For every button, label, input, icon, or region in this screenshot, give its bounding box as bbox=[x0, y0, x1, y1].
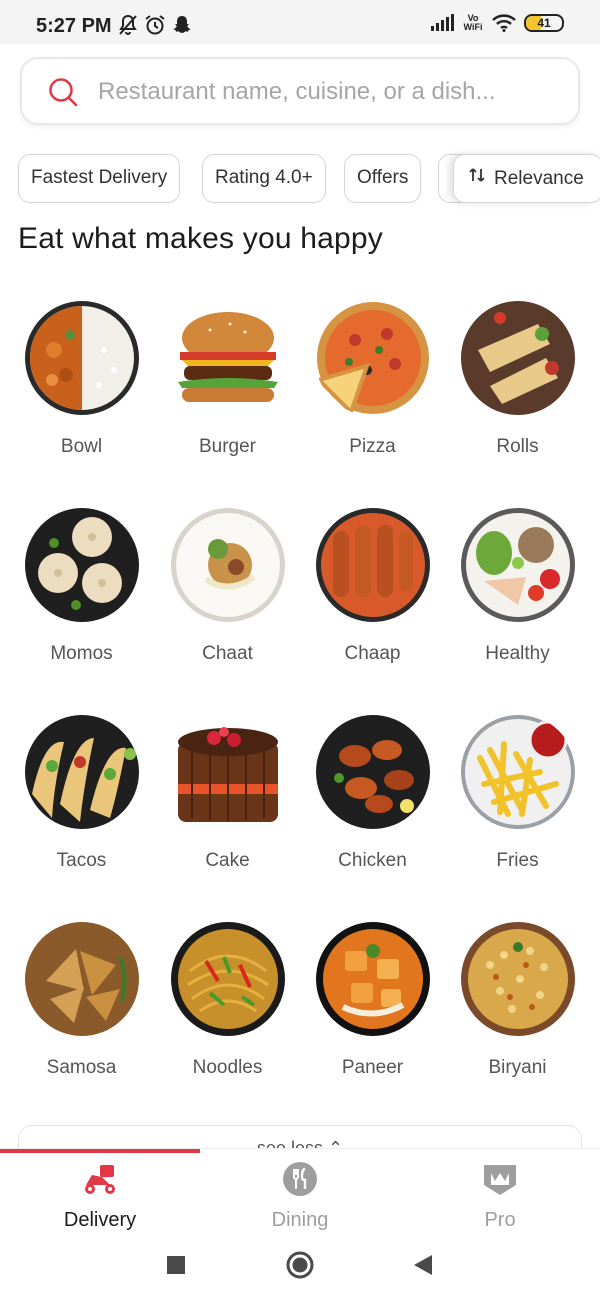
nav-active-indicator bbox=[0, 1149, 200, 1153]
category-bowl[interactable]: Bowl bbox=[9, 292, 154, 472]
signal-icon bbox=[430, 14, 454, 32]
burger-image bbox=[170, 300, 286, 416]
alarm-icon bbox=[144, 14, 166, 36]
chaat-image bbox=[170, 507, 286, 623]
category-paneer[interactable]: Paneer bbox=[300, 913, 445, 1093]
fries-image bbox=[460, 714, 576, 830]
category-chaap[interactable]: Chaap bbox=[300, 499, 445, 679]
category-burger[interactable]: Burger bbox=[155, 292, 300, 472]
vowifi-icon: Vo WiFi bbox=[463, 13, 483, 32]
wifi-icon bbox=[492, 14, 516, 32]
category-rolls[interactable]: Rolls bbox=[445, 292, 590, 472]
category-label: Samosa bbox=[46, 1057, 117, 1078]
samosa-image bbox=[24, 921, 140, 1037]
category-label: Noodles bbox=[192, 1057, 263, 1078]
category-momos[interactable]: Momos bbox=[9, 499, 154, 679]
nav-dining[interactable]: Dining bbox=[200, 1159, 400, 1235]
rolls-image bbox=[460, 300, 576, 416]
snapchat-icon bbox=[172, 14, 192, 36]
category-biryani[interactable]: Biryani bbox=[445, 913, 590, 1093]
status-icons-left bbox=[118, 14, 192, 36]
home-icon[interactable] bbox=[285, 1250, 315, 1285]
category-chicken[interactable]: Chicken bbox=[300, 706, 445, 886]
category-label: Chaap bbox=[344, 643, 401, 664]
chip-fastest-delivery[interactable]: Fastest Delivery bbox=[18, 154, 181, 203]
battery-icon: 41 bbox=[524, 14, 564, 32]
category-label: Paneer bbox=[341, 1057, 404, 1078]
mute-icon bbox=[118, 14, 138, 36]
bottom-nav: Delivery Dining Pro bbox=[0, 1148, 600, 1234]
category-healthy[interactable]: Healthy bbox=[445, 499, 590, 679]
status-bar: 5:27 PM Vo WiFi 41 bbox=[0, 0, 600, 44]
chip-rating[interactable]: Rating 4.0+ bbox=[202, 154, 326, 203]
category-pizza[interactable]: Pizza bbox=[300, 292, 445, 472]
search-icon bbox=[48, 77, 78, 112]
system-nav-bar bbox=[0, 1234, 600, 1300]
search-bar[interactable] bbox=[20, 57, 580, 125]
category-cake[interactable]: Cake bbox=[155, 706, 300, 886]
cutlery-icon bbox=[282, 1161, 318, 1197]
category-tacos[interactable]: Tacos bbox=[9, 706, 154, 886]
back-icon[interactable] bbox=[412, 1253, 434, 1282]
search-input[interactable] bbox=[98, 73, 558, 111]
sort-label: Relevance bbox=[494, 167, 584, 189]
paneer-image bbox=[315, 921, 431, 1037]
nav-pro-label: Pro bbox=[484, 1209, 516, 1231]
scooter-icon bbox=[82, 1161, 118, 1197]
category-label: Healthy bbox=[485, 643, 550, 664]
category-chaat[interactable]: Chaat bbox=[155, 499, 300, 679]
cake-image bbox=[170, 714, 286, 830]
chaap-image bbox=[315, 507, 431, 623]
chicken-image bbox=[315, 714, 431, 830]
category-label: Fries bbox=[496, 850, 539, 871]
category-label: Cake bbox=[205, 850, 250, 871]
category-label: Bowl bbox=[60, 436, 103, 457]
sort-button[interactable]: Relevance bbox=[453, 154, 600, 203]
noodles-image bbox=[170, 921, 286, 1037]
tacos-image bbox=[24, 714, 140, 830]
category-label: Momos bbox=[50, 643, 113, 664]
chip-offers[interactable]: Offers bbox=[344, 154, 422, 203]
category-label: Pizza bbox=[349, 436, 396, 457]
nav-delivery[interactable]: Delivery bbox=[0, 1159, 200, 1235]
crown-icon bbox=[482, 1161, 518, 1197]
filter-chips: Fastest Delivery Rating 4.0+ Offers Rele… bbox=[18, 154, 600, 204]
recents-icon[interactable] bbox=[166, 1255, 186, 1280]
biryani-image bbox=[460, 921, 576, 1037]
momos-image bbox=[24, 507, 140, 623]
category-label: Chaat bbox=[202, 643, 253, 664]
category-fries[interactable]: Fries bbox=[445, 706, 590, 886]
category-samosa[interactable]: Samosa bbox=[9, 913, 154, 1093]
section-title: Eat what makes you happy bbox=[18, 222, 384, 255]
status-time: 5:27 PM bbox=[36, 15, 112, 37]
bowl-image bbox=[24, 300, 140, 416]
category-label: Tacos bbox=[56, 850, 107, 871]
status-icons-right: Vo WiFi 41 bbox=[430, 14, 564, 32]
nav-dining-label: Dining bbox=[271, 1209, 329, 1231]
category-noodles[interactable]: Noodles bbox=[155, 913, 300, 1093]
battery-level: 41 bbox=[537, 16, 551, 30]
sort-icon bbox=[468, 156, 486, 202]
category-label: Burger bbox=[198, 436, 257, 457]
category-label: Rolls bbox=[496, 436, 539, 457]
nav-delivery-label: Delivery bbox=[63, 1209, 137, 1231]
nav-pro[interactable]: Pro bbox=[400, 1159, 600, 1235]
healthy-image bbox=[460, 507, 576, 623]
category-label: Chicken bbox=[338, 850, 407, 871]
pizza-image bbox=[314, 300, 431, 416]
category-label: Biryani bbox=[488, 1057, 547, 1078]
